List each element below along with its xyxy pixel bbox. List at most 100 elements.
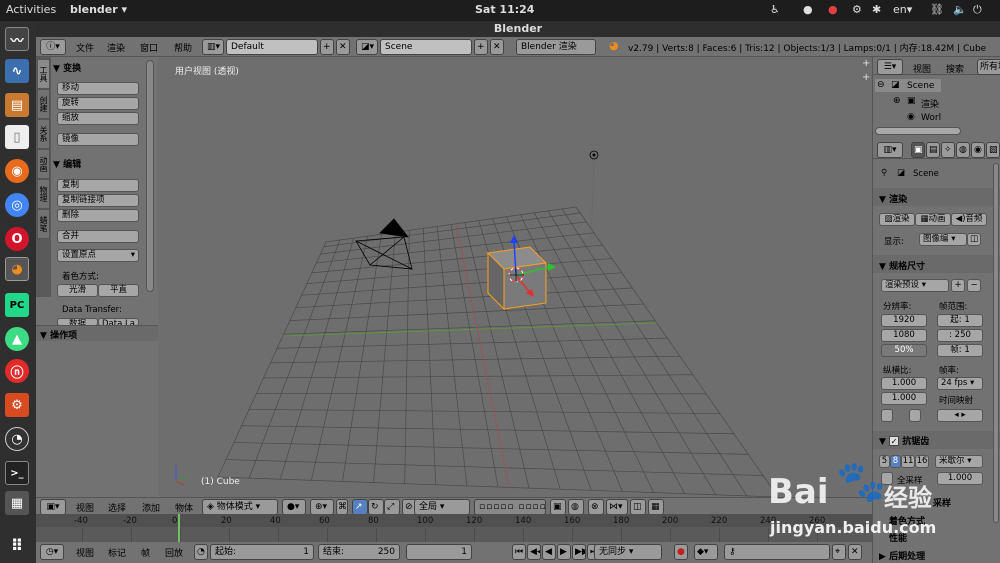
shelf-scrollbar[interactable] <box>146 60 154 292</box>
clock[interactable]: Sat 11:24 <box>475 3 534 16</box>
menu-window[interactable]: 窗口 <box>140 41 158 54</box>
software-updater-icon[interactable]: ⚙ <box>5 393 29 417</box>
menu-marker[interactable]: 标记 <box>108 546 126 559</box>
activities-button[interactable]: Activities <box>6 3 56 16</box>
start-frame-field[interactable]: 起始: 1 <box>210 544 314 560</box>
render-layers-tab-icon[interactable]: ▤ <box>926 142 940 158</box>
outliner-search-menu[interactable]: 搜索 <box>946 62 964 75</box>
files-icon[interactable]: ▤ <box>5 93 29 117</box>
timeline-area[interactable]: -40 -20 0 20 40 60 80 100 120 140 160 180 200 220 240 2… <box>36 514 872 542</box>
render-tab-icon[interactable]: ▣ <box>911 142 925 158</box>
outliner-row-render-layers[interactable]: ⊕ ▣ 渲染 <box>875 95 945 110</box>
crop-checkbox[interactable] <box>881 409 893 422</box>
remove-layout-icon[interactable]: ✕ <box>336 39 350 55</box>
remove-scene-icon[interactable]: ✕ <box>490 39 504 55</box>
power-icon[interactable]: ⏻ <box>973 3 982 17</box>
transform-orientation-select[interactable]: 全局 ▾ <box>414 499 470 515</box>
outliner-editor-icon[interactable]: ☰▾ <box>877 59 903 75</box>
scene-field[interactable]: Scene <box>380 39 472 55</box>
flat-button[interactable]: 平直 <box>98 284 139 297</box>
volume-icon[interactable]: 🔈 <box>953 3 967 16</box>
firefox-icon[interactable]: ◉ <box>5 159 29 183</box>
frame-step-field[interactable]: 帧: 1 <box>937 344 983 357</box>
join-button[interactable]: 合并 <box>57 230 139 243</box>
netease-music-icon[interactable]: ⓝ <box>5 359 29 383</box>
language-indicator[interactable]: en▾ <box>893 3 912 16</box>
settings-applet-icon[interactable]: ⚙ <box>852 3 862 16</box>
tab-physics[interactable]: 物理 <box>37 179 50 209</box>
tab-tools[interactable]: 工具 <box>37 59 50 89</box>
render-preset-select[interactable]: 渲染预设 ▾ <box>881 279 949 292</box>
smooth-button[interactable]: 光滑 <box>57 284 98 297</box>
scale-button[interactable]: 缩放 <box>57 112 139 125</box>
android-studio-icon[interactable]: ▲ <box>5 327 29 351</box>
editor-type-cube-icon[interactable]: ▣▾ <box>40 499 66 515</box>
post-processing-panel[interactable]: ▶ 后期处理 <box>879 549 925 562</box>
display-select[interactable]: 图像编 ▾ <box>919 233 967 246</box>
tab-animation[interactable]: 动画 <box>37 149 50 179</box>
pivot-point-icon[interactable]: ⊕▾ <box>310 499 334 515</box>
mirror-button[interactable]: 镜像 <box>57 133 139 146</box>
preview-range-icon[interactable]: ◔ <box>194 544 208 560</box>
proportional-edit-icon[interactable]: ◍ <box>568 499 584 515</box>
3d-viewport[interactable]: 用户视图 (透视) (1) Cube + + <box>158 57 872 497</box>
layers-grid[interactable]: ▫▫▫▫▫ ▫▫▫▫▫ <box>474 499 546 515</box>
next-key-icon[interactable]: ▶▶ <box>572 544 586 560</box>
add-preset-icon[interactable]: + <box>951 279 965 292</box>
keying-icon[interactable]: ◆▾ <box>694 544 718 560</box>
delete-button[interactable]: 删除 <box>57 209 139 222</box>
translate-icon[interactable]: ↗ <box>352 499 368 515</box>
snap-element-icon[interactable]: ⋈▾ <box>606 499 628 515</box>
object-tab-icon[interactable]: ◉ <box>971 142 985 158</box>
border-checkbox[interactable] <box>909 409 921 422</box>
scale-icon[interactable]: ⤢ <box>384 499 400 515</box>
add-layout-icon[interactable]: + <box>320 39 334 55</box>
fps-select[interactable]: 24 fps ▾ <box>937 377 983 390</box>
properties-toggle-plus-icon[interactable]: + <box>862 73 872 83</box>
time-remap-fields[interactable]: ◂ ▸ <box>937 409 983 422</box>
menu-help[interactable]: 帮助 <box>174 41 192 54</box>
render-preview-icon[interactable]: ◫ <box>630 499 646 515</box>
pycharm-icon[interactable]: PC <box>5 293 29 317</box>
blender-icon[interactable]: ◕ <box>5 257 29 281</box>
clock-icon[interactable]: ◷▾ <box>40 544 64 560</box>
end-frame-field[interactable]: 结束: 250 <box>318 544 400 560</box>
device-icon[interactable]: ▦ <box>5 491 29 515</box>
layout-icon[interactable]: ▥▾ <box>202 39 224 55</box>
tab-grease-pencil[interactable]: 蜡笔 <box>37 209 50 239</box>
app-menu[interactable]: blender ▾ <box>70 3 127 16</box>
play-reverse-icon[interactable]: ◀ <box>542 544 556 560</box>
keying-set-field[interactable]: ⚷ <box>724 544 830 560</box>
world-tab-icon[interactable]: ◍ <box>956 142 970 158</box>
play-icon[interactable]: ▶ <box>557 544 571 560</box>
render-audio-button[interactable]: ◀)音频 <box>951 213 987 226</box>
indicator-dot-icon[interactable]: ● <box>803 3 813 16</box>
network-icon[interactable]: ⛓ <box>930 3 944 16</box>
antialias-check-icon[interactable]: ✓ <box>889 436 900 446</box>
outliner-view-menu[interactable]: 视图 <box>913 62 931 75</box>
menu-select[interactable]: 选择 <box>108 501 126 514</box>
operator-panel[interactable]: ▼ 操作项 <box>36 325 158 341</box>
menu-timeline-view[interactable]: 视图 <box>76 546 94 559</box>
outliner-row-world[interactable]: ◉ Worl <box>875 111 945 124</box>
text-editor-icon[interactable]: ▯ <box>5 125 29 149</box>
properties-editor-icon[interactable]: ▥▾ <box>877 142 903 158</box>
chromium-icon[interactable]: ◎ <box>5 193 29 217</box>
set-origin-button[interactable]: 设置原点 ▾ <box>57 249 139 262</box>
rotate-icon[interactable]: ↻ <box>368 499 384 515</box>
duplicate-linked-button[interactable]: 复制链接项 <box>57 194 139 207</box>
resolution-x-field[interactable]: 1920 <box>881 314 927 327</box>
menu-file[interactable]: 文件 <box>76 41 94 54</box>
modifier-tab-icon[interactable]: ▧ <box>986 142 1000 158</box>
manipulator-icon[interactable]: ⌘ <box>336 499 348 515</box>
move-button[interactable]: 移动 <box>57 82 139 95</box>
terminal-icon[interactable]: >_ <box>5 461 29 485</box>
render-engine-select[interactable]: Blender 渲染 <box>516 39 596 55</box>
viewport-shading-icon[interactable]: ●▾ <box>282 499 306 515</box>
panel-transform[interactable]: ▼ 变换 <box>53 61 156 75</box>
performance-monitor-icon[interactable]: ∿ <box>5 59 29 83</box>
opera-icon[interactable]: O <box>5 227 29 251</box>
menu-playback[interactable]: 回放 <box>165 546 183 559</box>
scene-icon[interactable]: ◪▾ <box>356 39 378 55</box>
tab-relations[interactable]: 关系 <box>37 119 50 149</box>
